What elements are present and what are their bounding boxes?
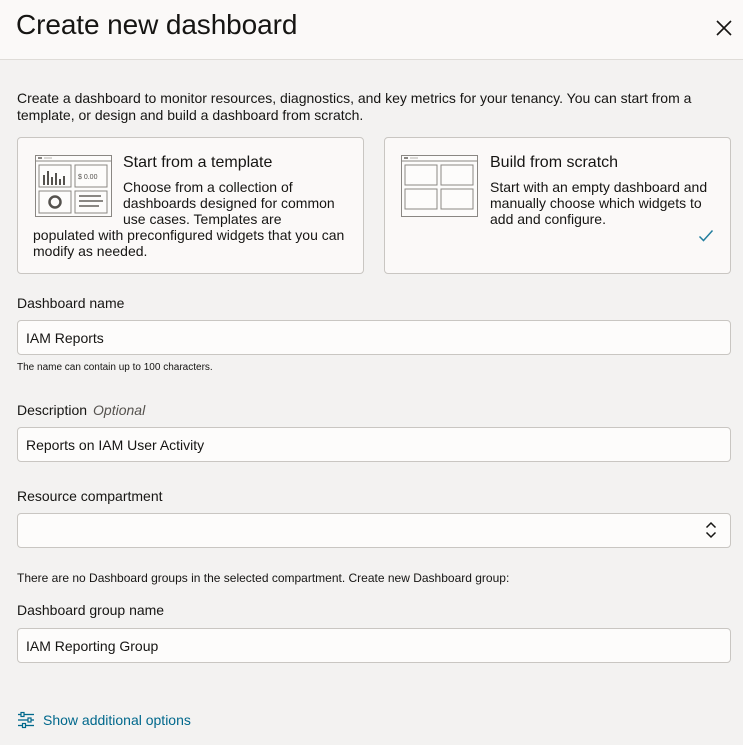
dashboard-name-label: Dashboard name <box>17 295 125 311</box>
scratch-card-description: Start with an empty dashboard and manual… <box>490 179 708 227</box>
description-label: Description Optional <box>17 402 145 418</box>
no-groups-notice: There are no Dashboard groups in the sel… <box>17 571 510 585</box>
dashboard-group-name-input[interactable] <box>17 628 731 663</box>
illustration-price-text: $ 0.00 <box>78 174 98 181</box>
blank-grid-illustration-icon <box>401 155 478 217</box>
resource-compartment-select[interactable] <box>17 513 731 548</box>
template-card-title: Start from a template <box>123 154 273 171</box>
dashboard-name-input[interactable] <box>17 320 731 355</box>
dashboard-group-name-label: Dashboard group name <box>17 602 165 618</box>
template-option-card[interactable]: $ 0.00 Start from a template Choose from… <box>17 137 364 274</box>
template-illustration-icon: $ 0.00 <box>35 155 112 217</box>
resource-compartment-label: Resource compartment <box>17 488 163 504</box>
description-label-text: Description <box>17 402 88 418</box>
dashboard-name-helper: The name can contain up to 100 character… <box>17 362 213 373</box>
scratch-option-card[interactable]: Build from scratch Start with an empty d… <box>384 137 731 274</box>
template-card-description-continued: populated with preconfigured widgets tha… <box>33 227 345 259</box>
intro-text: Create a dashboard to monitor resources,… <box>17 90 692 123</box>
optional-tag: Optional <box>93 402 146 418</box>
close-icon <box>716 20 732 36</box>
select-arrows-icon <box>705 521 717 539</box>
show-additional-options-link[interactable]: Show additional options <box>17 711 191 729</box>
description-input[interactable] <box>17 427 731 462</box>
close-button[interactable] <box>710 14 738 42</box>
dialog-title: Create new dashboard <box>16 9 298 40</box>
show-additional-options-text: Show additional options <box>43 712 191 728</box>
template-card-description: Choose from a collection of dashboards d… <box>123 179 335 227</box>
check-icon <box>698 229 714 242</box>
scratch-card-title: Build from scratch <box>490 154 619 171</box>
sliders-icon <box>18 711 34 729</box>
dialog-header: Create new dashboard <box>0 0 743 60</box>
